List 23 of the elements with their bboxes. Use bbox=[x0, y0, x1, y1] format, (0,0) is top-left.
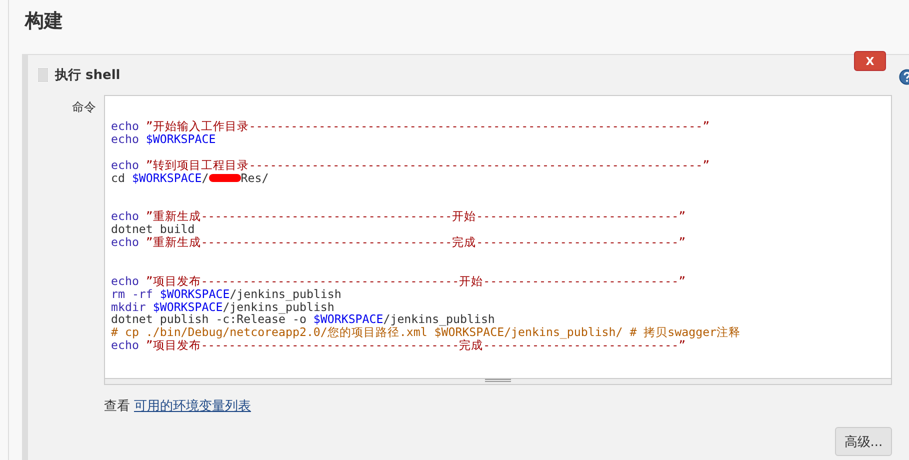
code-line: rm -rf $WORKSPACE/jenkins_publish bbox=[111, 288, 342, 300]
code-line: echo ”重新生成------------------------------------完成-----------------------------” bbox=[111, 236, 687, 249]
help-text: 查看 bbox=[104, 398, 130, 415]
code-line: echo $WORKSPACE bbox=[111, 132, 217, 146]
command-editor[interactable] bbox=[104, 95, 892, 385]
code-line: echo ”开始输入工作目录-----------------------------------------------------------------” bbox=[111, 120, 711, 133]
drag-handle-icon[interactable] bbox=[38, 68, 48, 82]
step-title: 执行 shell bbox=[55, 67, 120, 84]
code-line: echo ”项目发布-------------------------------------完成----------------------------” bbox=[111, 339, 686, 352]
code-line: dotnet build bbox=[111, 223, 196, 236]
field-label: 命令 bbox=[71, 99, 97, 116]
delete-button[interactable]: X bbox=[854, 51, 886, 71]
environment-variables-link[interactable]: 可用的环境变量列表 bbox=[134, 397, 251, 415]
code-line: echo ”转到项目工程目录-----------------------------------------------------------------” bbox=[111, 158, 711, 172]
resize-handle-icon[interactable] bbox=[485, 379, 511, 382]
advanced-button[interactable]: 高级... bbox=[835, 427, 892, 456]
code-line: dotnet publish -c:Release -o $WORKSPACE/jenkins_publish bbox=[111, 313, 496, 326]
code-line: mkdir $WORKSPACE/jenkins_publish bbox=[111, 300, 334, 314]
code-line: echo ”重新生成------------------------------------开始-----------------------------” bbox=[111, 210, 687, 224]
code-line: # cp ./bin/Debug/netcoreapp2.0/您的项目路径.xml $WORKSPACE/jenkins_publish/ # 拷贝swagger注释 bbox=[111, 326, 742, 340]
code-line: cd $WORKSPACE/ Res/ bbox=[111, 172, 270, 184]
section-title: 构建 bbox=[25, 9, 64, 34]
code-line: echo ”项目发布-------------------------------------开始----------------------------” bbox=[111, 274, 687, 288]
